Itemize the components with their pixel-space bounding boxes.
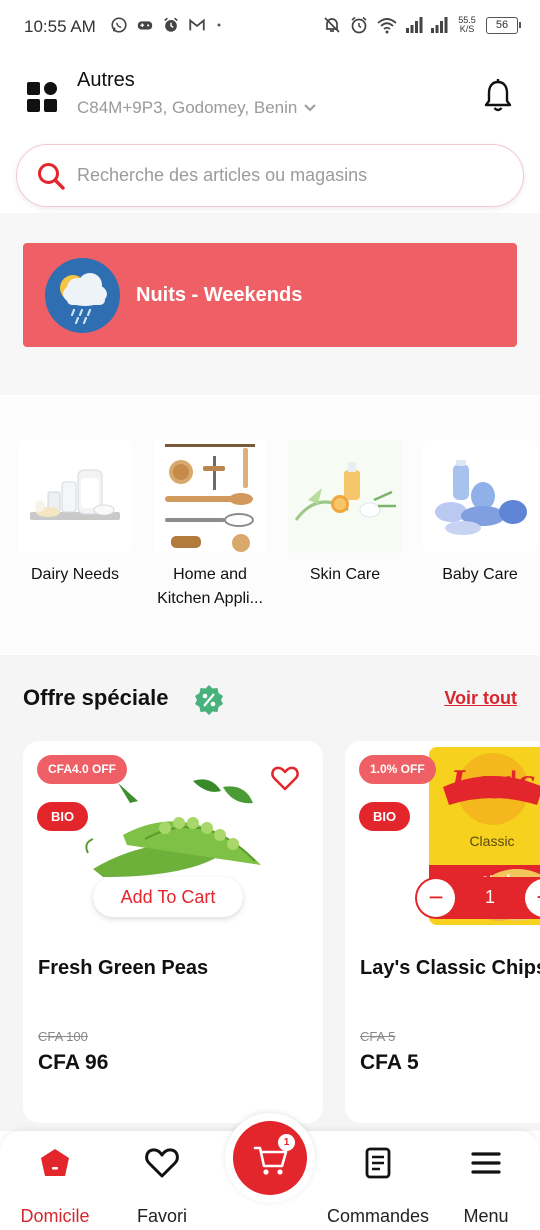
search-bar[interactable] — [16, 144, 524, 207]
banner-section: Nuits - Weekends — [0, 213, 540, 395]
category-baby-care[interactable]: Baby Care — [423, 440, 537, 587]
status-bar: 10:55 AM 55.5 K/S 56 — [0, 0, 540, 56]
kitchen-utensils-image — [153, 440, 267, 553]
categories-grid-icon[interactable] — [27, 82, 59, 114]
status-time: 10:55 AM — [24, 17, 96, 36]
network-speed: 55.5 K/S — [458, 15, 476, 34]
orders-icon — [365, 1147, 391, 1179]
nav-home[interactable]: Domicile — [0, 1145, 110, 1227]
nav-favorites[interactable]: Favori — [107, 1145, 217, 1227]
weather-rain-icon — [45, 258, 120, 333]
cart-icon — [253, 1146, 288, 1175]
cart-fab[interactable]: 1 — [233, 1121, 307, 1195]
quantity-value: 1 — [484, 887, 495, 907]
gamepad-icon — [137, 21, 153, 30]
alarm-clock-icon — [351, 16, 367, 34]
category-label: Baby Care — [442, 566, 518, 583]
signal-icon — [406, 17, 423, 33]
quantity-stepper: − 1 + — [415, 877, 540, 919]
nav-label: Domicile — [20, 1206, 90, 1226]
bell-icon[interactable] — [482, 78, 514, 114]
search-icon — [38, 163, 65, 190]
menu-icon — [471, 1152, 501, 1174]
add-to-cart-button[interactable]: Add To Cart — [93, 877, 243, 917]
bottom-navigation: Domicile Favori 1 Commandes Menu — [0, 1113, 540, 1230]
category-label: Skin Care — [309, 566, 381, 583]
special-offers-section: Offre spéciale Voir tout CFA4.0 OFF BIO … — [0, 655, 540, 1131]
bio-tag: BIO — [359, 802, 411, 831]
location-address: C84M+9P3, Godomey, Benin — [77, 98, 298, 117]
whatsapp-icon — [111, 17, 127, 33]
product-name: Lay's Classic Chips — [360, 957, 540, 979]
decrease-quantity-button[interactable]: − — [417, 879, 455, 917]
skin-care-image — [288, 440, 402, 553]
chevron-down-icon — [304, 104, 317, 112]
wifi-icon — [377, 18, 397, 34]
product-name: Fresh Green Peas — [38, 957, 209, 979]
category-dairy-needs[interactable]: Dairy Needs — [18, 440, 132, 587]
location-selector[interactable]: C84M+9P3, Godomey, Benin — [77, 98, 317, 118]
categories-row: Dairy Needs Home and Kitchen Appli... Sk… — [0, 396, 540, 654]
heart-icon[interactable] — [271, 765, 299, 791]
product-card[interactable]: Lay's Classic Family Size! 1.0% OFF BIO … — [345, 741, 540, 1123]
category-home-kitchen[interactable]: Home and Kitchen Appli... — [153, 440, 267, 611]
product-price: CFA 5 — [360, 1051, 419, 1074]
brand-logo-text: Lay's — [451, 765, 536, 800]
battery-indicator: 56 — [486, 16, 521, 34]
heart-icon — [145, 1148, 179, 1178]
search-input[interactable] — [77, 155, 507, 195]
nav-label: Menu — [463, 1206, 509, 1226]
location-title[interactable]: Autres — [77, 69, 135, 92]
category-label: Home and Kitchen Appli... — [157, 566, 263, 607]
see-all-link[interactable]: Voir tout — [444, 688, 517, 709]
alarm-icon — [164, 17, 178, 32]
product-price: CFA 96 — [38, 1051, 109, 1074]
baby-care-image — [423, 440, 537, 553]
cart-button[interactable]: 1 — [225, 1113, 315, 1203]
green-peas-image — [85, 779, 261, 877]
cart-count-badge: 1 — [278, 1134, 295, 1151]
dot-icon — [217, 23, 221, 27]
bio-tag: BIO — [37, 802, 89, 831]
nav-label: Favori — [136, 1206, 187, 1226]
nav-menu[interactable]: Menu — [431, 1145, 540, 1227]
discount-badge: 1.0% OFF — [359, 755, 436, 784]
nav-orders[interactable]: Commandes — [323, 1145, 433, 1227]
nav-label: Commandes — [326, 1206, 430, 1226]
discount-badge: CFA4.0 OFF — [37, 755, 128, 784]
dairy-image — [18, 440, 132, 553]
banner-label: Nuits - Weekends — [136, 284, 303, 306]
status-right-icons: 55.5 K/S 56 — [322, 15, 521, 35]
mute-icon — [324, 17, 340, 33]
discount-badge-icon — [195, 685, 223, 715]
product-card[interactable]: CFA4.0 OFF BIO Add To Cart Fresh Green P… — [23, 741, 323, 1123]
package-flavor-text: Classic — [469, 833, 515, 849]
original-price: CFA 5 — [360, 1029, 396, 1044]
status-left-icons — [110, 16, 224, 34]
gmail-icon — [189, 18, 205, 31]
promo-banner[interactable]: Nuits - Weekends — [23, 243, 517, 347]
app-header: Autres C84M+9P3, Godomey, Benin — [0, 56, 540, 136]
home-icon — [41, 1149, 69, 1176]
category-label: Dairy Needs — [30, 566, 120, 583]
original-price: CFA 100 — [38, 1029, 88, 1044]
section-title: Offre spéciale — [23, 685, 169, 710]
signal-icon — [431, 17, 448, 33]
category-skin-care[interactable]: Skin Care — [288, 440, 402, 587]
increase-quantity-button[interactable]: + — [525, 879, 540, 917]
